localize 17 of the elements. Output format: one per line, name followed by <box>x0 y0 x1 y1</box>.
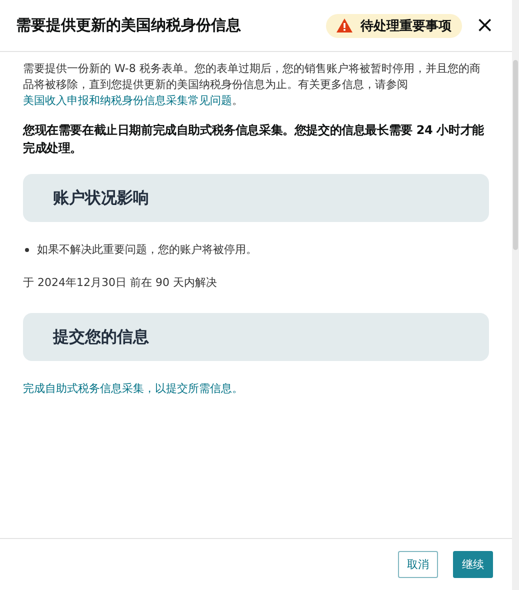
scrollbar[interactable] <box>512 0 519 590</box>
bullet-icon <box>25 248 29 252</box>
bullet-text: 如果不解决此重要问题，您的账户将被停用。 <box>37 242 257 257</box>
section-heading: 提交您的信息 <box>53 326 149 348</box>
deadline-notice: 您现在需要在截止日期前完成自助式税务信息采集。您提交的信息最长需要 24 小时才能完成处理。 <box>23 122 485 157</box>
section-heading: 账户状况影响 <box>53 188 149 208</box>
cancel-button[interactable]: 取消 <box>398 551 438 578</box>
faq-link[interactable]: 美国收入申报和纳税身份信息采集常见问题 <box>23 94 232 107</box>
intro-paragraph: 需要提供一份新的 W-8 税务表单。您的表单过期后，您的销售账户将被暂时停用，并且您的商品将被移除，直到您提供更新的美国纳税身份信息为止。有关更多信息，请参阅 美国收入申报和纳税身份信息采集常见问题。 <box>23 61 482 109</box>
close-button[interactable]: × <box>472 14 498 36</box>
deadline-text: 于 2024年12月30日 前在 90 天内解决 <box>23 275 218 290</box>
scrollbar-thumb[interactable] <box>513 60 518 250</box>
continue-button[interactable]: 继续 <box>453 551 493 578</box>
action-link[interactable]: 完成自助式税务信息采集，以提交所需信息。 <box>23 381 243 396</box>
status-badge: 待处理重要事项 <box>326 14 462 38</box>
warning-icon <box>336 18 353 33</box>
dialog-title: 需要提供更新的美国纳税身份信息 <box>16 16 242 35</box>
